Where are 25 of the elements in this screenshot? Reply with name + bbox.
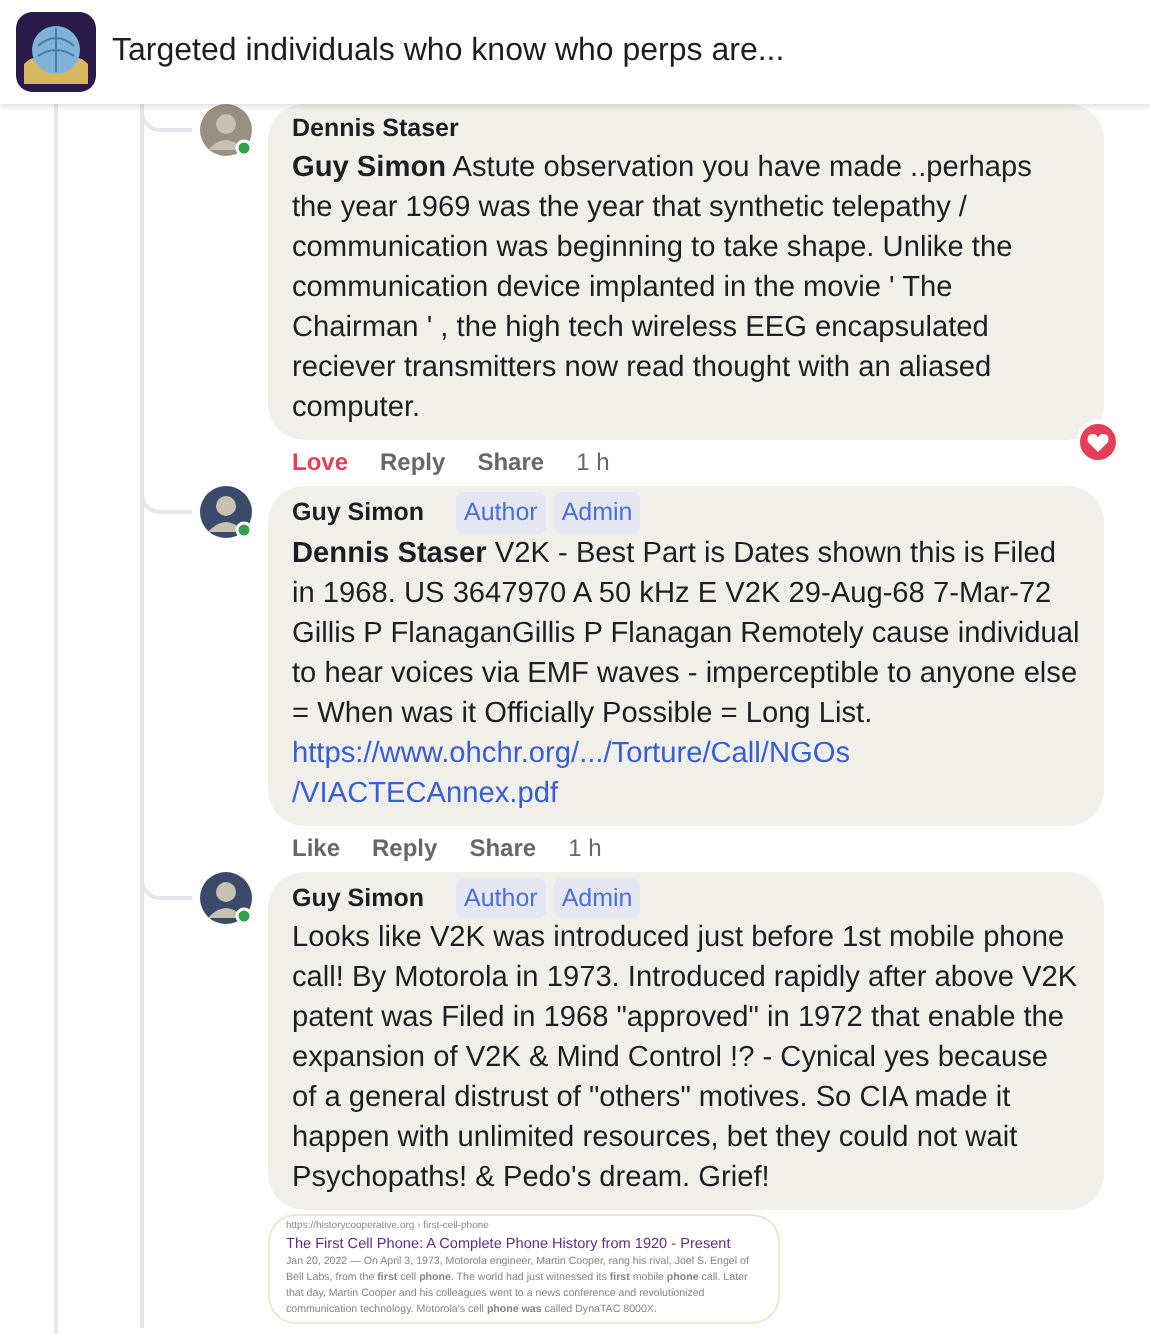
role-label: Admin [553, 877, 641, 919]
reaction-link[interactable]: Like [292, 829, 341, 865]
reaction-link[interactable]: Love [292, 443, 349, 480]
role-label: Author [455, 877, 546, 919]
avatar[interactable] [200, 871, 252, 923]
reply-link[interactable]: Reply [372, 829, 438, 865]
author-name[interactable]: Guy Simon [292, 879, 424, 917]
link-preview-card[interactable] [268, 1214, 780, 1325]
timestamp: 1 h [576, 445, 610, 480]
share-link[interactable]: Share [469, 829, 537, 865]
link[interactable]: /VIACTECAnnex.pdf [292, 773, 1080, 813]
share-link[interactable]: Share [477, 443, 545, 480]
role-label: Author [455, 491, 546, 533]
group-title[interactable]: Targeted individuals who know who perps are... [112, 28, 785, 76]
link[interactable]: https://www.ohchr.org/.../Torture/Call/NGOs [292, 733, 1080, 773]
role-label: Admin [553, 491, 641, 533]
author-name[interactable]: Dennis Staser [292, 110, 459, 148]
group-icon [16, 12, 96, 92]
timestamp: 1 h [568, 831, 602, 865]
comment-text: Looks like V2K was introduced just before 1st mobile phone call! By Motorola in 1973. Introduced rapidly after above V2K patent was Filed in 1968 "approved" in 1972 that enable the expansion of V2K & Mind Control !? - Cynical yes because of a general distrust of "others" motives. So CIA made it happen with unlimited resources, bet they could not wait Psychopaths! & Pedo's dream. Grief! [292, 920, 1080, 1199]
comment-text: Guy Simon Astute observation you have made ..perhaps the year 1969 was the year that synthetic telepathy / communication was beginning to take shape. Unlike the communication device implanted in the movie ' The Chairman ' , the high tech wireless EEG encapsulated reciever transmitters now read thought with an aliased computer. [292, 149, 1034, 428]
avatar[interactable] [200, 485, 252, 538]
reply-link[interactable]: Reply [380, 443, 446, 480]
author-name[interactable]: Guy Simon [292, 493, 424, 531]
comment-text: Dennis Staser V2K - Best Part is Dates shown this is Filed in 1968. US 3647970 A 50 kHz E V2K 29-Aug-68 7-Mar-72 Gillis P FlanaganGillis P Flanagan Remotely cause individual to hear voices via EMF waves - imperceptible to anyone else = When was it Officially Possible = Long List. [292, 535, 1080, 733]
